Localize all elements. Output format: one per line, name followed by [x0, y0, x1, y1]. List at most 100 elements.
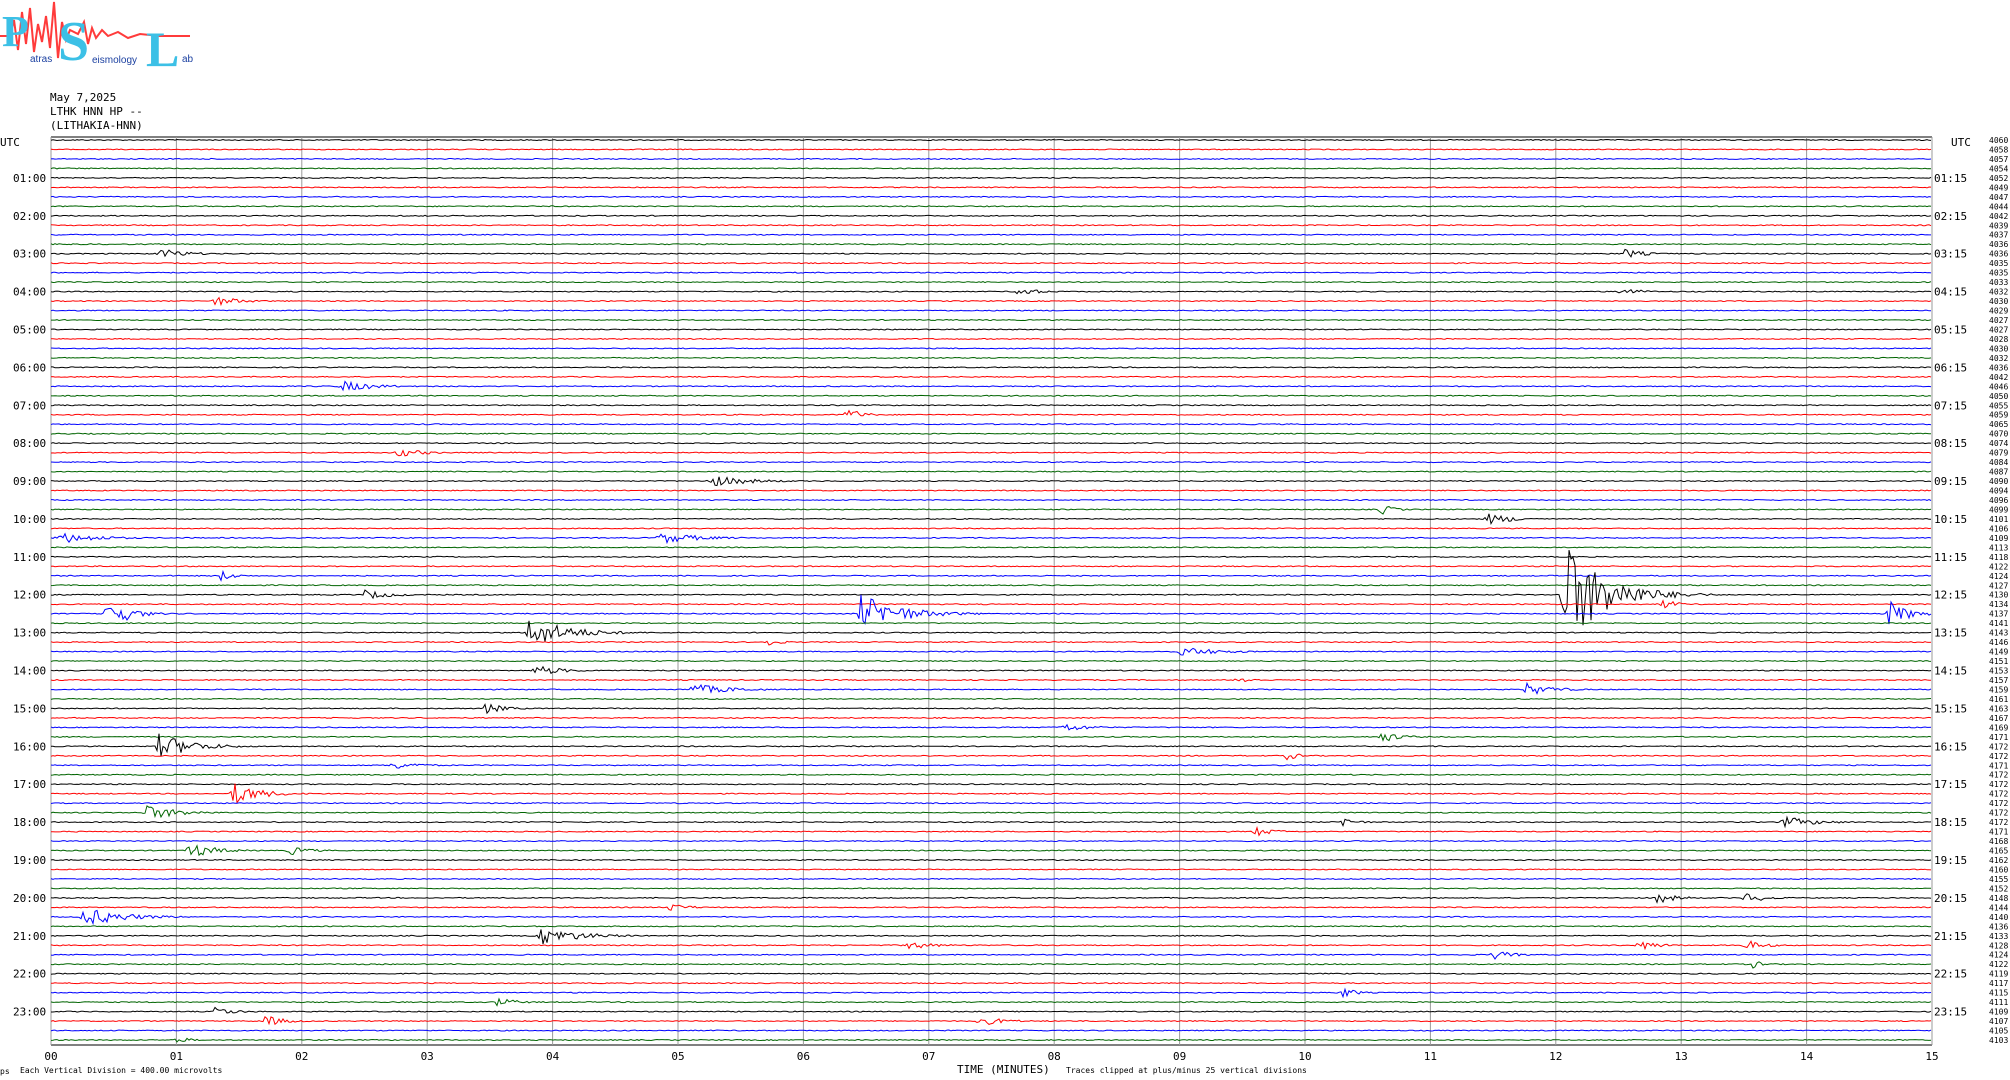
hour-label-left: 12:00	[13, 589, 46, 602]
trace-value: 4055	[1989, 401, 2008, 410]
seismic-trace	[50, 195, 1932, 198]
seismic-trace	[50, 337, 1932, 340]
hour-label-right: 21:15	[1934, 930, 1967, 943]
x-axis: 00 01 02 03 04 05 06 07 08 09 10 11 12 13 14 15	[44, 1050, 1938, 1063]
minute-grid	[50, 136, 1933, 1046]
trace-value: 4168	[1989, 837, 2008, 846]
seismic-trace	[50, 404, 1932, 407]
hour-label-left: 13:00	[13, 627, 46, 640]
trace-value: 4036	[1989, 240, 2008, 249]
seismic-trace	[50, 961, 1932, 969]
trace-value: 4054	[1989, 164, 2008, 173]
hour-label-left: 20:00	[13, 892, 46, 905]
hour-label-right: 09:15	[1934, 475, 1967, 488]
seismic-trace	[51, 569, 1932, 582]
seismic-trace	[50, 868, 1932, 871]
seismic-trace	[50, 783, 1932, 786]
trace-value: 4163	[1989, 704, 2008, 713]
hour-label-right: 15:15	[1934, 702, 1967, 715]
hour-label-left: 15:00	[13, 702, 46, 715]
hour-label-left: 16:00	[13, 740, 46, 753]
hour-labels-right: 01:15 02:15 03:15 04:15 05:15 06:15 07:15 08:15…	[1934, 172, 1967, 1019]
hour-label-right: 22:15	[1934, 968, 1967, 981]
seismic-trace	[51, 1006, 1932, 1014]
hour-label-left: 23:00	[13, 1006, 46, 1019]
seismic-trace	[50, 805, 1932, 819]
seismic-trace	[50, 844, 1932, 857]
trace-value: 4052	[1989, 174, 2008, 183]
trace-value: 4079	[1989, 449, 2008, 458]
trace-value: 4117	[1989, 979, 2008, 988]
trace-value: 4094	[1989, 487, 2008, 496]
seismic-trace	[50, 887, 1932, 890]
scale-note: Each Vertical Division = 400.00 microvol…	[20, 1066, 222, 1075]
trace-value: 4115	[1989, 989, 2008, 998]
trace-value: 4151	[1989, 657, 2008, 666]
seismic-trace	[50, 248, 1932, 258]
trace-value: 4133	[1989, 932, 2008, 941]
hour-label-left: 04:00	[13, 286, 46, 299]
seismic-trace	[50, 732, 1932, 742]
seismic-trace	[50, 678, 1931, 683]
hour-label-right: 20:15	[1934, 892, 1967, 905]
x-tick-label: 00	[44, 1050, 57, 1063]
seismic-trace	[50, 665, 1932, 675]
trace-value: 4090	[1989, 477, 2008, 486]
hour-label-right: 13:15	[1934, 627, 1967, 640]
seismic-trace	[50, 476, 1932, 487]
seismic-trace	[50, 409, 1932, 417]
trace-value: 4036	[1989, 250, 2008, 259]
seismic-trace	[50, 328, 1932, 331]
trace-value: 4037	[1989, 231, 2008, 240]
x-tick-label: 13	[1675, 1050, 1688, 1063]
seismic-trace	[50, 1037, 1932, 1043]
x-tick-label: 12	[1549, 1050, 1562, 1063]
hour-label-left: 08:00	[13, 437, 46, 450]
trace-value: 4171	[1989, 733, 2008, 742]
trace-value: 4127	[1989, 581, 2008, 590]
seismic-trace	[50, 309, 1932, 312]
hour-label-left: 18:00	[13, 816, 46, 829]
trace-value: 4042	[1989, 212, 2008, 221]
seismic-trace	[51, 826, 1932, 837]
trace-value: 4029	[1989, 307, 2008, 316]
seismic-trace	[50, 461, 1932, 464]
x-tick-label: 04	[546, 1050, 560, 1063]
x-tick-label: 14	[1800, 1050, 1814, 1063]
trace-value: 4167	[1989, 714, 2008, 723]
hour-label-left: 19:00	[13, 854, 46, 867]
x-tick-label: 03	[421, 1050, 434, 1063]
trace-value: 4128	[1989, 941, 2008, 950]
trace-value: 4099	[1989, 505, 2008, 514]
trace-value: 4107	[1989, 1017, 2008, 1026]
trace-value: 4171	[1989, 828, 2008, 837]
trace-value: 4161	[1989, 695, 2008, 704]
hour-label-right: 06:15	[1934, 361, 1967, 374]
hour-label-right: 05:15	[1934, 323, 1967, 336]
hour-label-right: 08:15	[1934, 437, 1967, 450]
seismic-trace	[50, 565, 1932, 568]
trace-values: 4060405840574054405240494047404440424039…	[1989, 136, 2008, 1045]
trace-value: 4070	[1989, 430, 2008, 439]
corner-mark: ps	[0, 1067, 10, 1076]
trace-value: 4162	[1989, 856, 2008, 865]
x-tick-label: 11	[1424, 1050, 1437, 1063]
trace-value: 4122	[1989, 960, 2008, 969]
trace-value: 4172	[1989, 742, 2008, 751]
trace-value: 4027	[1989, 325, 2008, 334]
trace-value: 4060	[1989, 136, 2008, 145]
hour-label-left: 22:00	[13, 968, 46, 981]
trace-value: 4035	[1989, 269, 2008, 278]
seismic-trace	[50, 527, 1932, 530]
x-tick-label: 08	[1048, 1050, 1061, 1063]
seismic-trace	[50, 1029, 1932, 1032]
trace-value: 4134	[1989, 600, 2008, 609]
trace-value: 4030	[1989, 297, 2008, 306]
seismic-trace	[50, 281, 1932, 284]
hour-label-right: 14:15	[1934, 665, 1967, 678]
trace-value: 4137	[1989, 610, 2008, 619]
hour-label-right: 03:15	[1934, 248, 1967, 261]
seismic-trace	[50, 773, 1932, 776]
seismic-trace	[50, 356, 1932, 359]
seismic-trace	[50, 987, 1932, 999]
